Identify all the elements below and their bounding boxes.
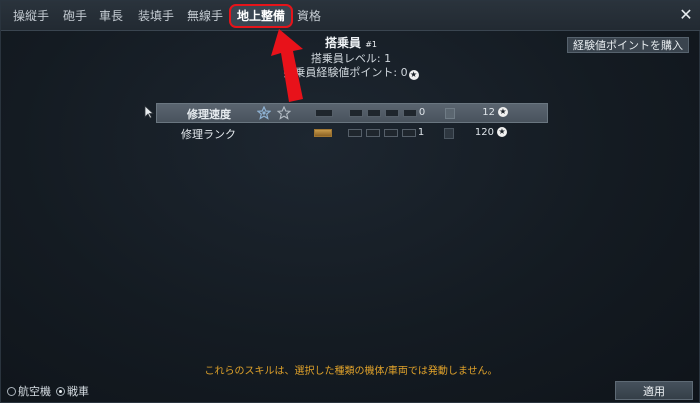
skill-row-repair-rank[interactable]: 修理ランク 1 120 ★ <box>156 124 548 144</box>
star-outline-icon <box>257 106 271 120</box>
apply-button[interactable]: 適用 <box>615 381 693 400</box>
red-arrow-icon <box>271 29 303 102</box>
radio-tank[interactable]: 戦車 <box>56 385 89 399</box>
skill-level: 1 <box>417 127 425 138</box>
radio-tank-icon[interactable] <box>56 387 65 396</box>
cost-star-icon: ★ <box>498 107 508 117</box>
progress-segment <box>348 129 362 137</box>
tab-ground-service[interactable]: 地上整備 <box>229 4 294 28</box>
skill-progress-bar <box>314 129 416 137</box>
skill-row-repair-speed[interactable]: 修理速度 0 12 ★ <box>156 103 548 123</box>
crew-info: 搭乗員 #1 搭乗員レベル: 1 搭乗員経験値ポイント: 0 ★ <box>191 36 511 80</box>
tab-loader[interactable]: 装填手 <box>132 4 180 28</box>
increase-skill-button[interactable] <box>445 108 455 119</box>
crew-number: #1 <box>365 40 377 49</box>
skill-name: 修理ランク <box>181 128 236 141</box>
crew-level: 搭乗員レベル: 1 <box>310 52 392 65</box>
progress-segment <box>314 129 332 137</box>
crew-skills-window: 操縦手 砲手 車長 装填手 無線手 地上整備 資格 ✕ 経験値ポイントを購入 搭… <box>0 0 700 403</box>
skill-level: 0 <box>418 107 426 118</box>
crew-title-text: 搭乗員 <box>325 36 362 50</box>
notice-text: これらのスキルは、選択した種類の機体/車両では発動しません。 <box>204 366 498 377</box>
radio-aircraft-label: 航空機 <box>18 385 51 398</box>
skill-cost: 12 <box>482 107 495 118</box>
radio-aircraft-icon[interactable] <box>7 387 16 396</box>
buy-exp-button[interactable]: 経験値ポイントを購入 <box>567 37 689 53</box>
skill-cost: 120 <box>474 127 494 138</box>
mouse-cursor-icon <box>144 105 154 119</box>
star-empty-icon <box>277 106 291 120</box>
tab-driver[interactable]: 操縦手 <box>7 4 55 28</box>
progress-segment <box>385 109 399 117</box>
crew-title: 搭乗員 #1 <box>191 36 511 52</box>
skill-name: 修理速度 <box>187 108 231 121</box>
tab-radio-operator[interactable]: 無線手 <box>181 4 229 28</box>
tab-bar: 操縦手 砲手 車長 装填手 無線手 地上整備 資格 ✕ <box>1 1 700 31</box>
increase-skill-button[interactable] <box>444 128 454 139</box>
radio-aircraft[interactable]: 航空機 <box>7 385 51 399</box>
tab-commander[interactable]: 車長 <box>93 4 129 28</box>
cost-star-icon: ★ <box>497 127 507 137</box>
progress-segment <box>367 109 381 117</box>
tab-qualification[interactable]: 資格 <box>291 4 327 28</box>
progress-segment <box>349 109 363 117</box>
bottom-bar: 航空機 戦車 適用 <box>1 379 700 403</box>
radio-tank-label: 戦車 <box>67 385 89 398</box>
exp-star-icon: ★ <box>408 70 419 80</box>
progress-segment <box>366 129 380 137</box>
tab-gunner[interactable]: 砲手 <box>57 4 93 28</box>
crew-exp-row: 搭乗員経験値ポイント: 0 ★ <box>191 66 511 80</box>
close-icon[interactable]: ✕ <box>677 6 695 24</box>
progress-segment <box>315 109 333 117</box>
skill-progress-bar <box>315 109 417 117</box>
progress-segment <box>384 129 398 137</box>
